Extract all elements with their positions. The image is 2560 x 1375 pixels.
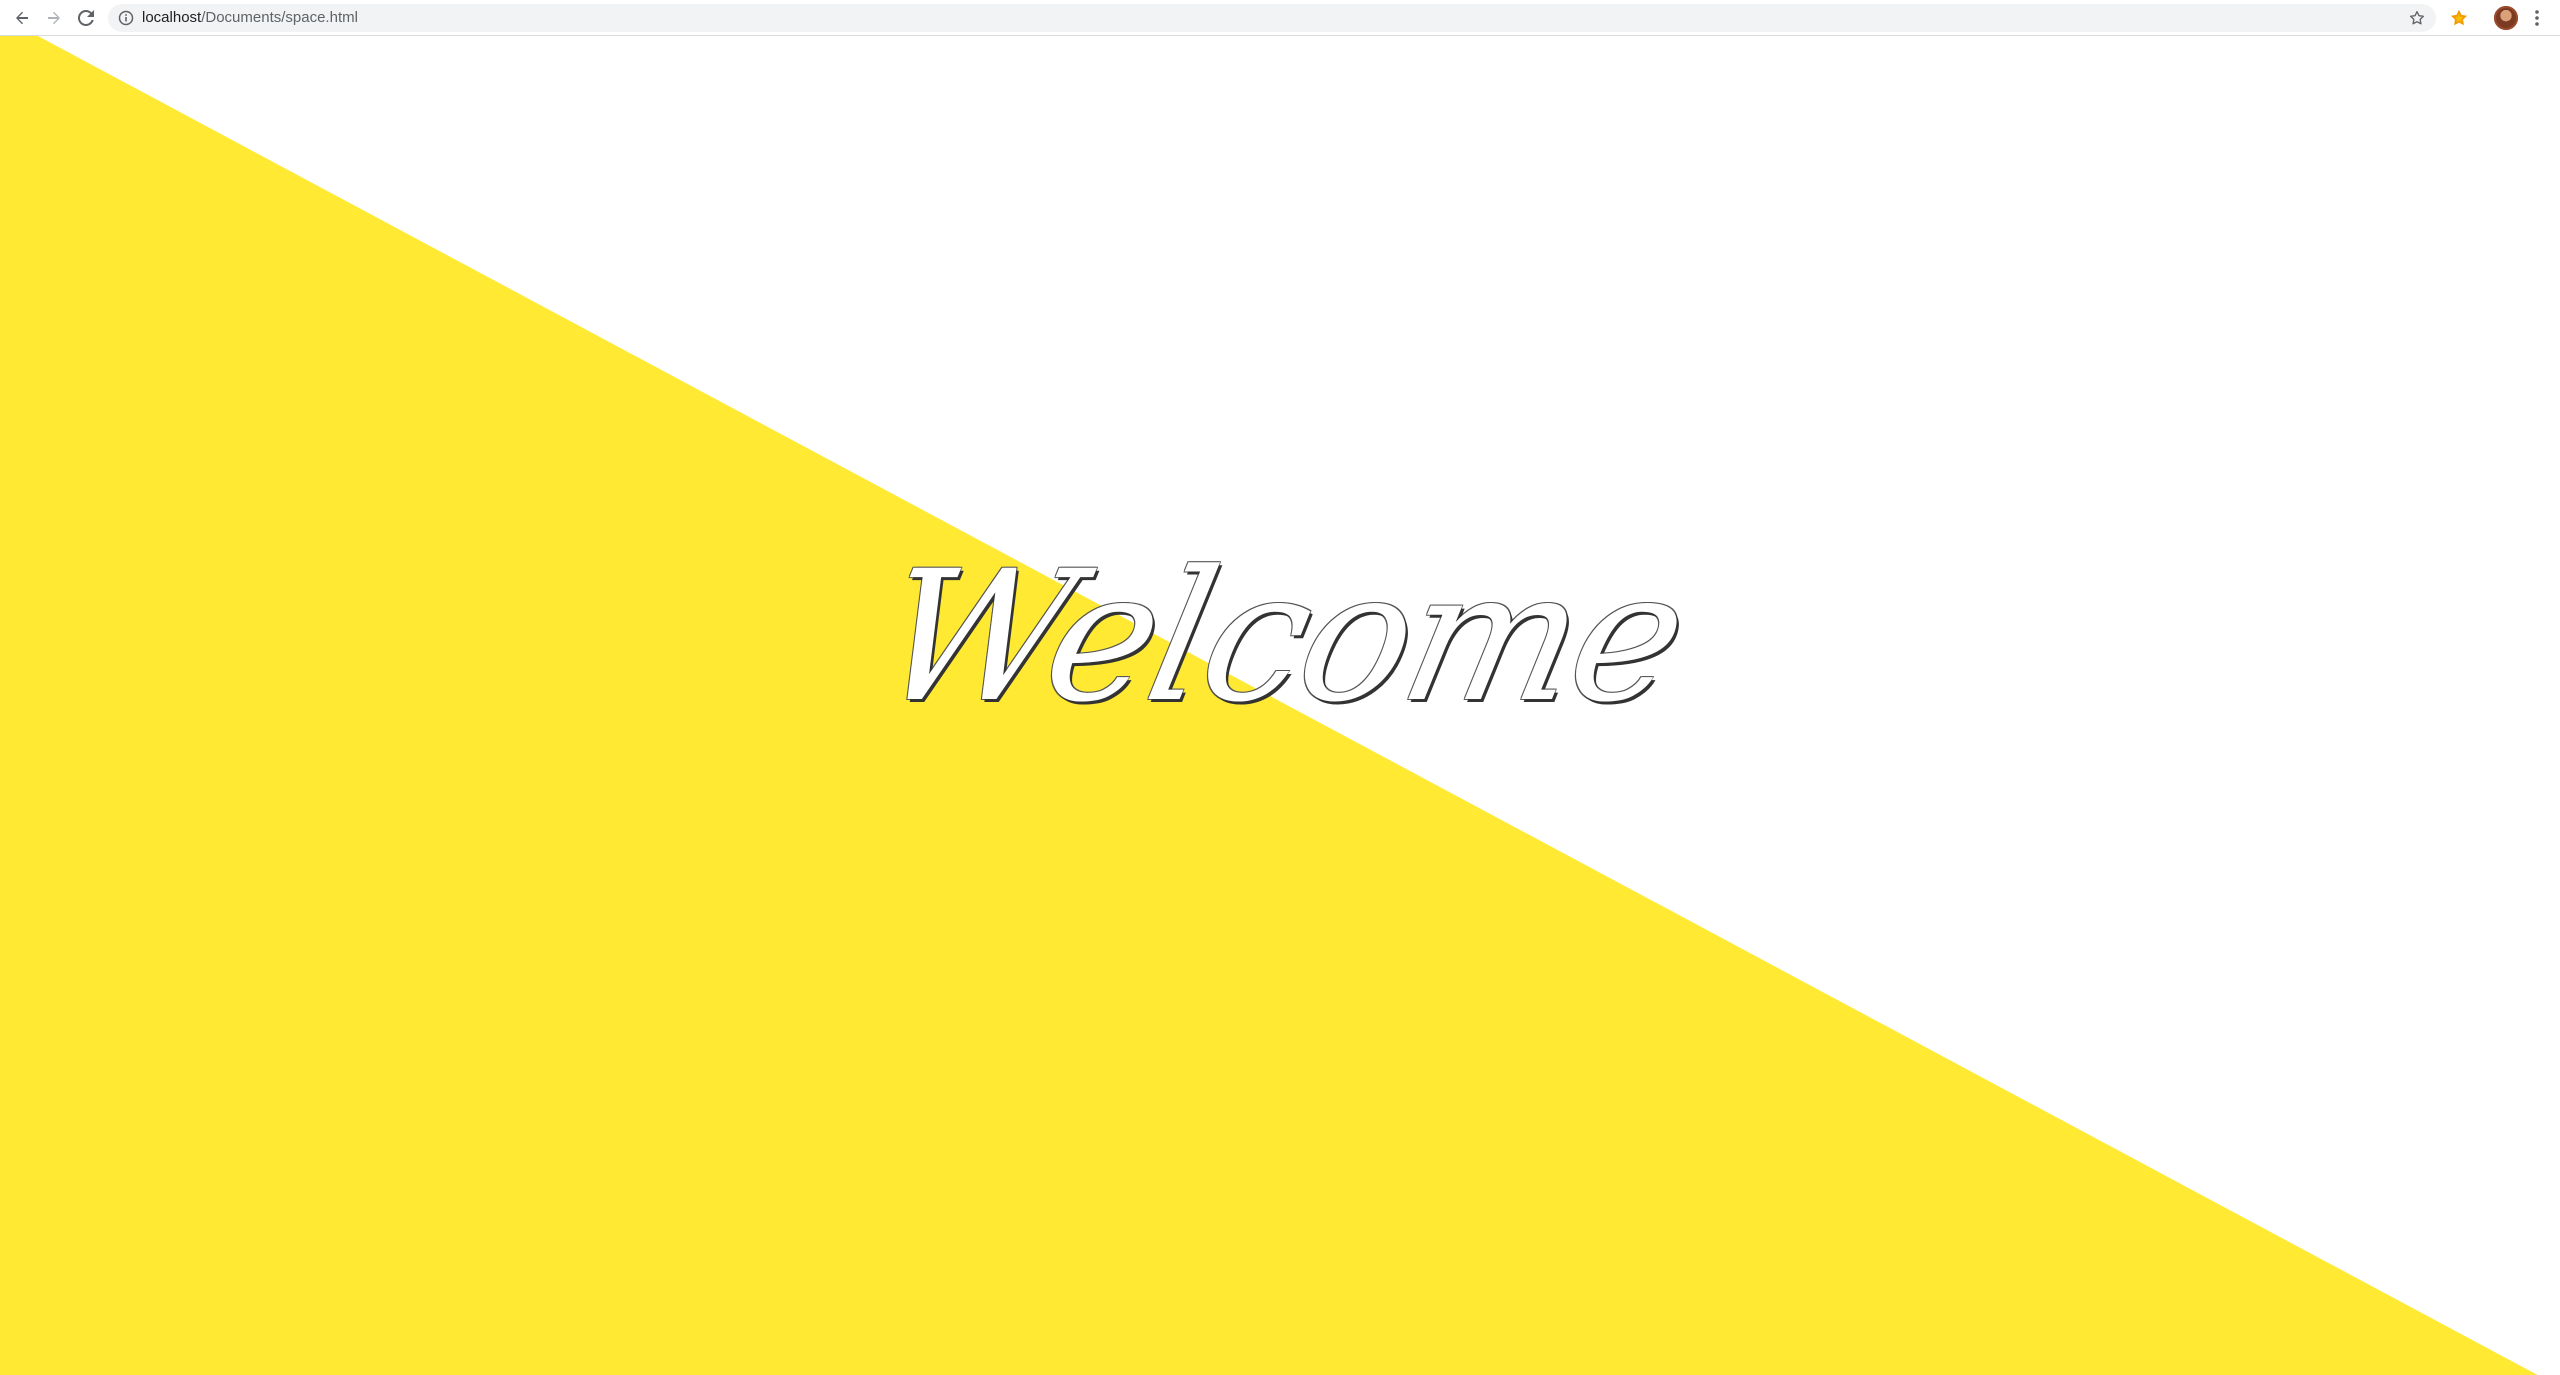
star-filled-icon[interactable] [2448, 7, 2470, 29]
url-host: localhost [142, 9, 202, 26]
forward-button[interactable] [42, 6, 66, 30]
reload-button[interactable] [74, 6, 98, 30]
star-outline-icon[interactable] [2408, 9, 2426, 27]
url-text[interactable]: localhost/Documents/space.html [142, 4, 358, 32]
address-bar[interactable]: localhost/Documents/space.html [108, 4, 2436, 32]
back-button[interactable] [10, 6, 34, 30]
welcome-heading-container: Welcome [0, 36, 2560, 1375]
reload-icon [78, 10, 94, 26]
info-icon[interactable] [118, 10, 134, 26]
page-viewport: Welcome [0, 36, 2560, 1375]
welcome-heading: Welcome [862, 533, 1700, 742]
vertical-dots-icon[interactable] [2532, 6, 2542, 30]
browser-toolbar: localhost/Documents/space.html [0, 0, 2560, 36]
url-path: /Documents/space.html [201, 9, 358, 26]
arrow-left-icon [16, 11, 28, 25]
avatar[interactable] [2494, 6, 2518, 30]
arrow-right-icon [48, 11, 60, 25]
